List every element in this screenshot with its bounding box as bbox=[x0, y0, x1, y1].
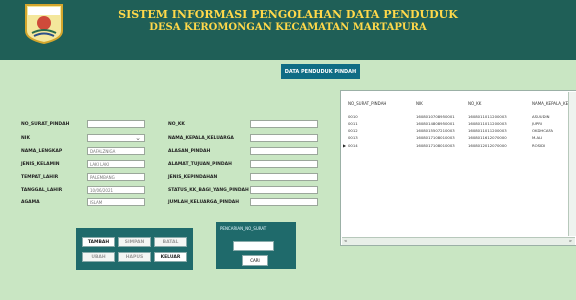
table-cell[interactable]: 1608010708950001 bbox=[416, 114, 455, 119]
nik-dropdown[interactable] bbox=[87, 134, 145, 142]
table-cell[interactable]: 1608012012070000 bbox=[468, 143, 507, 148]
keluar-button[interactable]: KELUAR bbox=[154, 252, 187, 262]
table-cell[interactable]: 1608011011200003 bbox=[468, 128, 507, 133]
label-no-kk: NO_KK bbox=[168, 122, 185, 127]
column-header-no-surat-pindah[interactable]: NO_SURAT_PINDAH bbox=[348, 101, 386, 106]
label-nik: NIK bbox=[21, 136, 30, 141]
search-input[interactable] bbox=[233, 241, 274, 251]
nama-lengkap-input[interactable]: DAFALZNIGA bbox=[87, 147, 145, 155]
table-cell[interactable]: 1608017108010003 bbox=[416, 143, 455, 148]
table-cell[interactable]: OKDHCAFA bbox=[532, 128, 553, 133]
jenis-kepindahan-input[interactable] bbox=[250, 173, 318, 181]
action-buttons-panel: TAMBAH SIMPAN BATAL UBAH HAPUS KELUAR bbox=[76, 228, 193, 270]
table-cell[interactable]: 0010 bbox=[348, 114, 358, 119]
label-nama-kepala-keluarga: NAMA_KEPALA_KELUARGA bbox=[168, 136, 234, 141]
label-alasan-pindah: ALASAN_PINDAH bbox=[168, 149, 211, 154]
table-cell[interactable]: 0012 bbox=[348, 128, 358, 133]
no-kk-input[interactable] bbox=[250, 120, 318, 128]
table-cell[interactable]: 0011 bbox=[348, 121, 358, 126]
table-cell[interactable]: 1608017108010003 bbox=[416, 135, 455, 140]
label-agama: AGAMA bbox=[21, 200, 40, 205]
table-cell[interactable]: 1608015507210003 bbox=[416, 128, 455, 133]
tempat-lahir-input[interactable]: PALEMBANG bbox=[87, 173, 145, 181]
label-jenis-kepindahan: JENIS_KEPINDAHAN bbox=[168, 175, 218, 180]
label-jumlah-keluarga-pindah: JUMLAH_KELUARGA_PINDAH bbox=[168, 200, 240, 205]
status-kk-bagi-yang-pindah-input[interactable] bbox=[250, 186, 318, 194]
data-penduduk-pindah-button[interactable]: DATA PENDUDUK PINDAH bbox=[281, 64, 360, 79]
data-grid[interactable]: NO_SURAT_PINDAH NIK NO_KK NAMA_KEPALA_KE… bbox=[340, 90, 576, 246]
agama-input[interactable]: ISLAM bbox=[87, 198, 145, 206]
app-title-main: SISTEM INFORMASI PENGOLAHAN DATA PENDUDU… bbox=[118, 8, 458, 21]
app-header: SISTEM INFORMASI PENGOLAHAN DATA PENDUDU… bbox=[0, 0, 576, 60]
nama-kepala-keluarga-input[interactable] bbox=[250, 134, 318, 142]
table-cell[interactable]: ASUUDIN bbox=[532, 114, 549, 119]
label-no-surat-pindah: NO_SURAT_PINDAH bbox=[21, 122, 70, 127]
batal-button[interactable]: BATAL bbox=[154, 237, 187, 247]
hapus-button[interactable]: HAPUS bbox=[118, 252, 151, 262]
cari-button[interactable]: CARI bbox=[242, 255, 268, 266]
table-cell[interactable]: JUPRI bbox=[532, 121, 542, 126]
column-header-nik[interactable]: NIK bbox=[416, 101, 423, 106]
column-header-no-kk[interactable]: NO_KK bbox=[468, 101, 481, 106]
table-cell[interactable]: M.ALI bbox=[532, 135, 542, 140]
table-cell[interactable]: 1608014808950001 bbox=[416, 121, 455, 126]
horizontal-scrollbar[interactable]: < > bbox=[342, 237, 575, 245]
label-tanggal-lahir: TANGGAL_LAHIR bbox=[21, 188, 63, 193]
label-alamat-tujuan-pindah: ALAMAT_TUJUAN_PINDAH bbox=[168, 162, 232, 167]
scroll-right-icon[interactable]: > bbox=[569, 238, 572, 243]
table-cell[interactable]: ROSIDI bbox=[532, 143, 545, 148]
ubah-button[interactable]: UBAH bbox=[82, 252, 115, 262]
alamat-tujuan-pindah-input[interactable] bbox=[250, 160, 318, 168]
scroll-left-icon[interactable]: < bbox=[344, 238, 347, 243]
app-title-sub: DESA KEROMONGAN KECAMATAN MARTAPURA bbox=[149, 22, 427, 33]
tambah-button[interactable]: TAMBAH bbox=[82, 237, 115, 247]
label-status-kk-bagi-yang-pindah: STATUS_KK_BAGI_YANG_PINDAH bbox=[168, 188, 249, 193]
simpan-button[interactable]: SIMPAN bbox=[118, 237, 151, 247]
label-jenis-kelamin: JENIS_KELAMIN bbox=[21, 162, 60, 167]
tanggal-lahir-input[interactable]: 10/06/2021 bbox=[87, 186, 145, 194]
jumlah-keluarga-pindah-input[interactable] bbox=[250, 198, 318, 206]
label-tempat-lahir: TEMPAT_LAHIR bbox=[21, 175, 59, 180]
no-surat-pindah-input[interactable] bbox=[87, 120, 145, 128]
vertical-scrollbar[interactable] bbox=[568, 92, 576, 236]
table-cell[interactable]: 0013 bbox=[348, 135, 358, 140]
jenis-kelamin-input[interactable]: LAKI LAKI bbox=[87, 160, 145, 168]
alasan-pindah-input[interactable] bbox=[250, 147, 318, 155]
table-cell[interactable]: 1608011011200003 bbox=[468, 114, 507, 119]
label-nama-lengkap: NAMA_LENGKAP bbox=[21, 149, 63, 154]
search-label: PENCARIAN_NO_SURAT bbox=[220, 226, 267, 231]
table-cell[interactable]: 1608011612070000 bbox=[468, 135, 507, 140]
table-cell[interactable]: 0014 bbox=[348, 143, 358, 148]
column-header-nama-kepala-keluarga[interactable]: NAMA_KEPALA_KE bbox=[532, 101, 568, 106]
row-selector-icon: ▶ bbox=[343, 143, 347, 148]
table-cell[interactable]: 1608011011200003 bbox=[468, 121, 507, 126]
search-panel: PENCARIAN_NO_SURAT CARI bbox=[216, 222, 296, 269]
